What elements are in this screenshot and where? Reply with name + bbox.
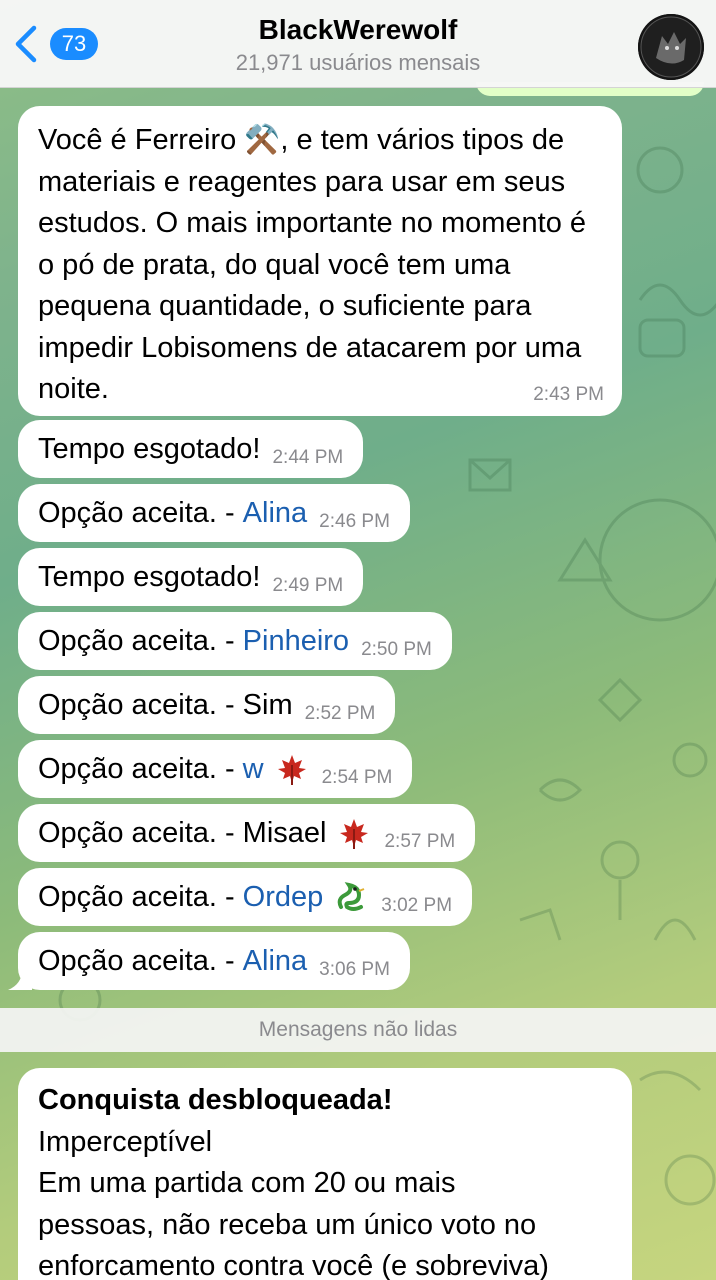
message-text: Tempo esgotado! (38, 560, 261, 593)
message-bubble[interactable]: Opção aceita. - Alina 3:06 PM (8, 932, 410, 990)
message-text: Opção aceita. - (38, 688, 235, 721)
message-bubble[interactable]: Opção aceita. - Ordep 3:02 PM (18, 868, 473, 926)
message-bubble[interactable]: Opção aceita. - Alina 2:46 PM (18, 484, 410, 542)
message-line: Imperceptível (38, 1125, 213, 1158)
message-line: Em uma partida com 20 ou mais (38, 1167, 456, 1199)
maple-leaf-icon (277, 755, 306, 785)
chat-subtitle: 21,971 usuários mensais (235, 50, 481, 75)
message-bubble[interactable]: Opção aceita. - Sim 2:52 PM (18, 676, 396, 734)
maple-leaf-icon (340, 819, 369, 849)
user-mention-link[interactable]: Alina (243, 497, 308, 530)
message-time: 2:57 PM (384, 831, 456, 852)
chat-title[interactable]: BlackWerewolf (0, 14, 716, 46)
dragon-icon (337, 882, 365, 911)
message-title: Conquista desbloqueada! (38, 1084, 393, 1116)
message-text: Opção aceita. - (38, 944, 235, 977)
message-bubble[interactable]: Tempo esgotado! 2:49 PM (18, 548, 364, 606)
message-text: Opção aceita. - (38, 624, 235, 657)
message-time: 2:46 PM (319, 511, 390, 532)
message-line: enforcamento contra você (e sobreviva) (38, 1250, 549, 1280)
message-bubble[interactable]: Opção aceita. - w 2:54 PM (18, 740, 413, 798)
werewolf-avatar-icon (638, 14, 704, 80)
user-mention-link[interactable]: Alina (243, 945, 308, 978)
message-time: 2:54 PM (321, 767, 393, 788)
user-mention-link[interactable]: Pinheiro (243, 625, 349, 658)
message-time: 2:49 PM (272, 575, 344, 596)
message-time: 3:06 PM (319, 959, 390, 980)
message-text: Opção aceita. - (38, 816, 235, 849)
avatar[interactable] (638, 14, 704, 80)
message-bubble[interactable]: Opção aceita. - Pinheiro 2:50 PM (18, 612, 452, 670)
message-text: Você é Ferreiro ⚒️, e tem vários tipos d… (38, 124, 587, 405)
message-bubble[interactable]: Tempo esgotado! 2:44 PM (18, 420, 364, 478)
message-text: Opção aceita. - (38, 880, 235, 913)
message-time: 2:43 PM (533, 384, 604, 405)
user-name: Misael (242, 816, 327, 849)
message-time: 2:52 PM (304, 703, 376, 724)
bubble-tail (8, 970, 32, 990)
message-time: 3:02 PM (381, 895, 453, 916)
message-time: 2:44 PM (272, 447, 344, 468)
message-line: pessoas, não receba um único voto no (38, 1208, 537, 1241)
message-bubble[interactable]: Opção aceita. - Misael 2:57 PM (18, 804, 476, 862)
message-text: Opção aceita. - (38, 496, 235, 529)
message-time: 2:50 PM (361, 639, 432, 660)
message-bubble[interactable]: Você é Ferreiro ⚒️, e tem vários tipos d… (18, 106, 622, 416)
user-mention-link[interactable]: w (243, 753, 264, 786)
user-name: Sim (242, 688, 293, 721)
unread-messages-separator: Mensagens não lidas (0, 1008, 716, 1052)
message-bubble[interactable]: Conquista desbloqueada! Imperceptível Em… (18, 1068, 632, 1280)
user-mention-link[interactable]: Ordep (243, 881, 324, 914)
chat-header: 73 BlackWerewolf 21,971 usuários mensais (0, 0, 716, 88)
message-text: Tempo esgotado! (38, 432, 261, 465)
message-text: Opção aceita. - (38, 752, 235, 785)
